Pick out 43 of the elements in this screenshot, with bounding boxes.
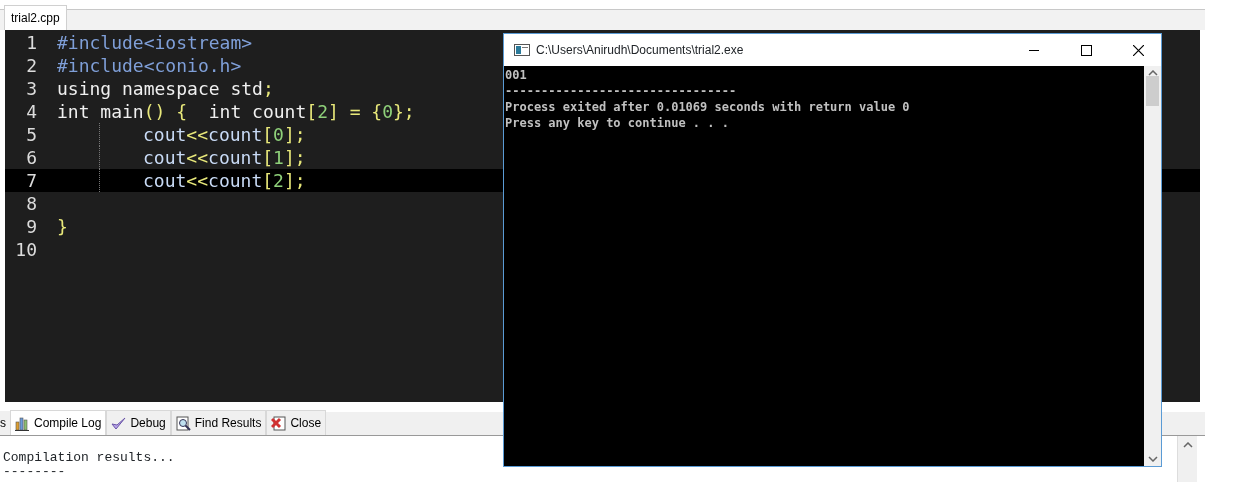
search-icon [175, 415, 191, 431]
log-line: Compilation results... [3, 451, 175, 465]
scroll-up-icon [1147, 70, 1158, 76]
file-tab[interactable]: trial2.cpp [4, 5, 67, 30]
check-icon [111, 415, 127, 431]
code-line: cout<<count[2]; [143, 169, 306, 193]
code-line: int main() { int count[2] = {0}; [57, 100, 415, 124]
console-line: Process exited after 0.01069 seconds with return value 0 [505, 99, 911, 115]
close-icon [1132, 44, 1144, 56]
panel-tab[interactable]: Close [266, 410, 327, 435]
line-number: 6 [25, 146, 38, 170]
window-title: C:\Users\Anirudh\Documents\trial2.exe [536, 42, 745, 59]
line-number: 4 [25, 100, 38, 124]
line-number: 3 [25, 77, 38, 101]
panel-tab[interactable]: Find Results [170, 410, 267, 435]
line-number: 8 [25, 192, 38, 216]
console-line: -------------------------------- [505, 83, 738, 99]
scrollbar[interactable] [1144, 66, 1161, 466]
line-number: 1 [25, 31, 38, 55]
panel-tab[interactable]: Compile Log [10, 410, 107, 435]
panel-tab[interactable]: Debug [106, 410, 171, 435]
code-line: #include<conio.h> [57, 54, 242, 78]
line-number: 5 [25, 123, 38, 147]
console-app-icon [514, 43, 530, 57]
code-line: } [57, 215, 68, 239]
scroll-up-icon [1182, 442, 1193, 448]
code-line: cout<<count[0]; [143, 123, 306, 147]
code-line: using namespace std; [57, 77, 274, 101]
chart-icon [15, 415, 30, 431]
console-line: 001 [505, 67, 528, 83]
line-number: 7 [25, 169, 38, 193]
maximize-icon [1080, 44, 1092, 56]
scroll-thumb[interactable] [1146, 76, 1159, 106]
scroll-down-icon [1147, 456, 1158, 462]
close-icon [271, 415, 287, 431]
code-line: #include<iostream> [57, 31, 253, 55]
scrollbar[interactable] [1177, 436, 1197, 482]
line-number: 2 [25, 54, 38, 78]
console-line: Press any key to continue . . . [505, 115, 730, 131]
line-number: 9 [25, 215, 38, 239]
log-line: -------- [3, 465, 66, 479]
line-number: 10 [14, 238, 38, 262]
code-line: cout<<count[1]; [143, 146, 306, 170]
